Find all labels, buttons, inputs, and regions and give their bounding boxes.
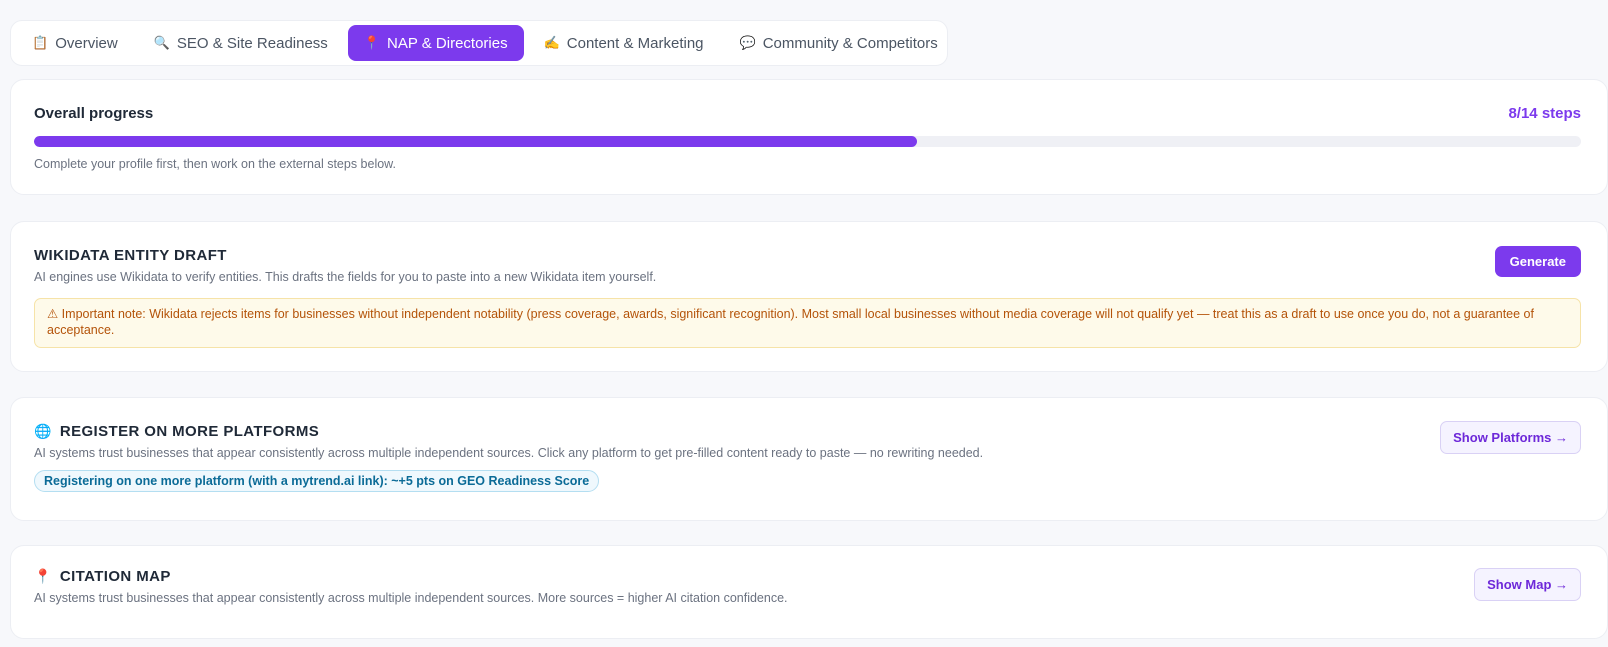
tab-label: SEO & Site Readiness <box>176 34 328 52</box>
tab-label: Overview <box>55 34 118 52</box>
citation-description: AI systems trust businesses that appear … <box>34 591 788 605</box>
tab-label: NAP & Directories <box>387 34 508 52</box>
progress-bar-fill <box>34 136 918 147</box>
citation-map-card: 📍 CITATION MAP AI systems trust business… <box>10 545 1608 639</box>
speech-bubble-icon: 💬 <box>739 35 756 50</box>
wikidata-card: WIKIDATA ENTITY DRAFT AI engines use Wik… <box>10 221 1608 372</box>
pin-icon: 📍 <box>34 568 52 584</box>
platforms-title-text: REGISTER ON MORE PLATFORMS <box>59 423 320 440</box>
progress-title: Overall progress <box>34 105 154 122</box>
show-map-button[interactable]: Show Map → <box>1474 568 1581 601</box>
tab-label: Content & Marketing <box>566 34 704 52</box>
progress-hint: Complete your profile first, then work o… <box>34 157 396 171</box>
progress-bar <box>34 136 1581 147</box>
tab-content-marketing[interactable]: ✍️ Content & Marketing <box>528 25 720 61</box>
tab-overview[interactable]: 📋 Overview <box>16 25 134 61</box>
platforms-description: AI systems trust businesses that appear … <box>34 446 984 460</box>
clipboard-icon: 📋 <box>32 35 49 50</box>
wikidata-warning: ⚠ Important note: Wikidata rejects items… <box>34 298 1581 348</box>
score-impact-badge: Registering on one more platform (with a… <box>34 470 600 492</box>
pin-icon: 📍 <box>363 35 380 50</box>
wikidata-title: WIKIDATA ENTITY DRAFT <box>34 247 227 264</box>
platforms-title: 🌐 REGISTER ON MORE PLATFORMS <box>34 423 319 440</box>
platforms-card: 🌐 REGISTER ON MORE PLATFORMS AI systems … <box>10 397 1608 521</box>
show-platforms-button[interactable]: Show Platforms → <box>1440 421 1581 454</box>
tab-bar: 📋 Overview 🔍 SEO & Site Readiness 📍 NAP … <box>10 20 948 66</box>
wikidata-title-text: WIKIDATA ENTITY DRAFT <box>34 247 227 264</box>
tab-community-competitors[interactable]: 💬 Community & Competitors <box>724 25 954 61</box>
wikidata-description: AI engines use Wikidata to verify entiti… <box>34 270 657 284</box>
progress-steps-count: 8/14 steps <box>1508 105 1581 122</box>
magnifier-icon: 🔍 <box>153 35 170 50</box>
generate-button[interactable]: Generate <box>1494 246 1581 277</box>
writing-hand-icon: ✍️ <box>543 35 560 50</box>
globe-icon: 🌐 <box>34 423 52 439</box>
citation-title-text: CITATION MAP <box>59 568 171 585</box>
tab-nap-directories[interactable]: 📍 NAP & Directories <box>347 25 524 61</box>
tab-label: Community & Competitors <box>762 34 938 52</box>
tab-seo-site-readiness[interactable]: 🔍 SEO & Site Readiness <box>138 25 344 61</box>
citation-title: 📍 CITATION MAP <box>34 568 171 585</box>
progress-card: Overall progress 8/14 steps Complete you… <box>10 79 1608 195</box>
